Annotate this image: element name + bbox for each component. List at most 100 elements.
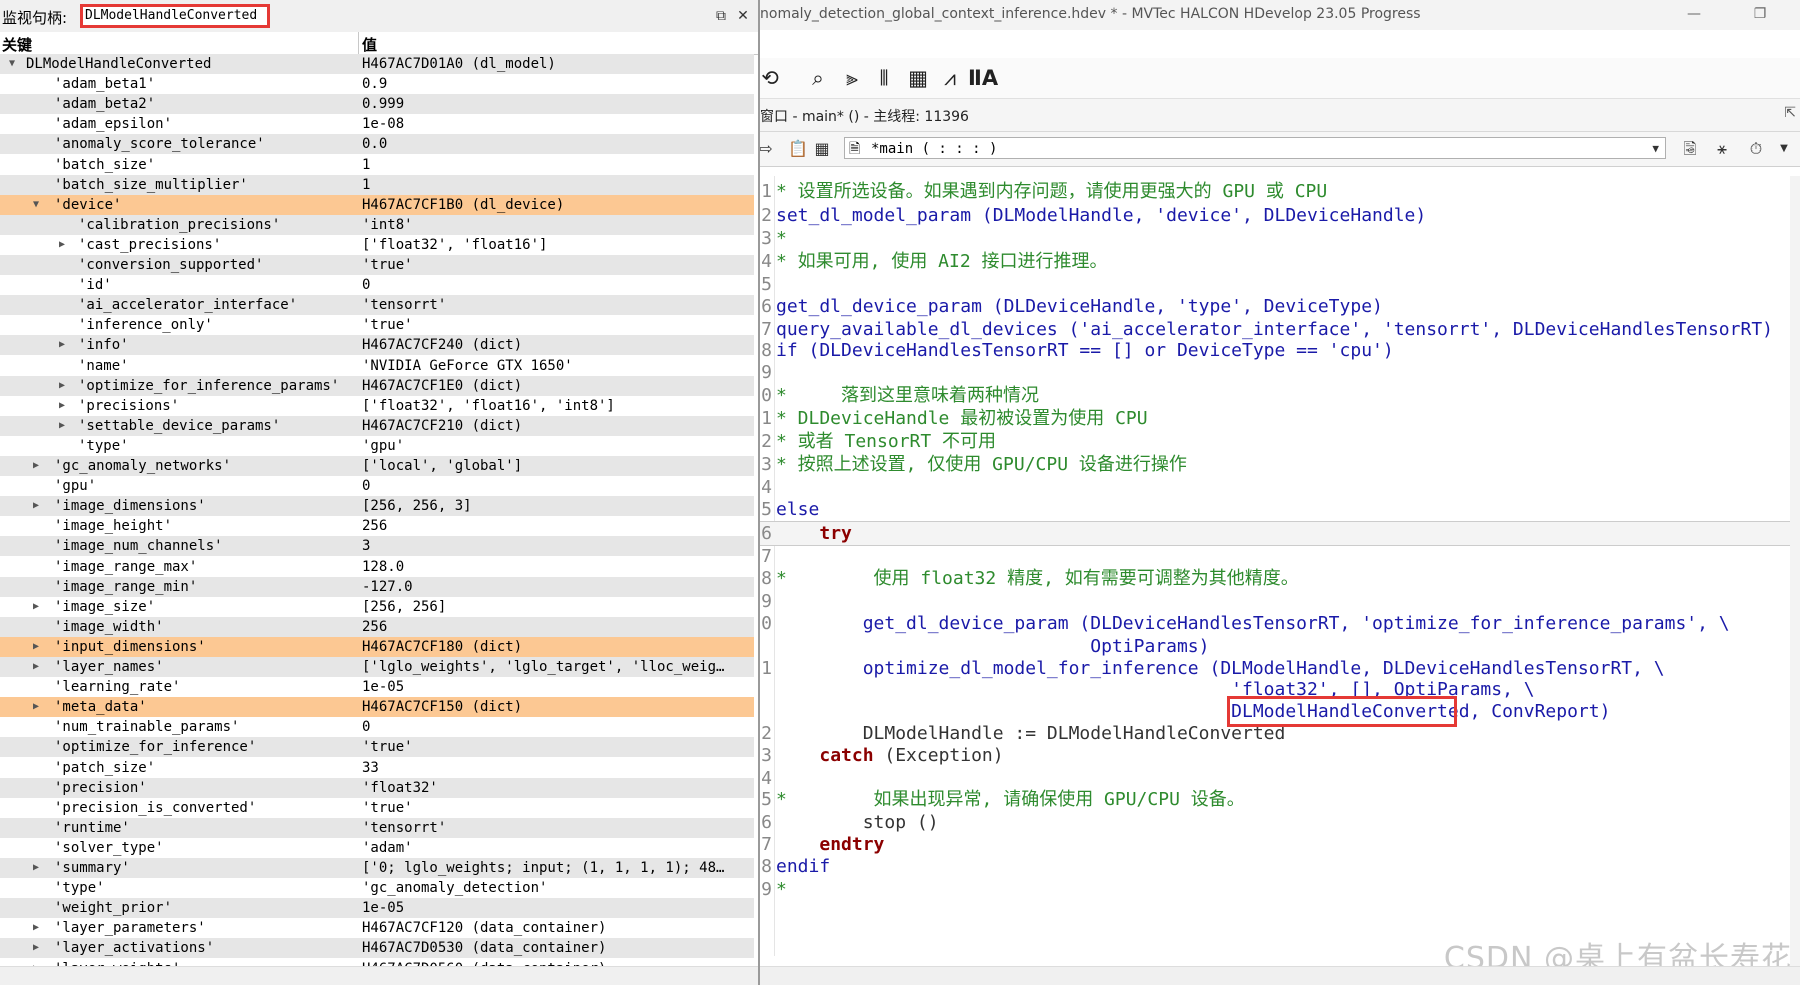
float-window-icon[interactable]: ⧉ [712, 7, 730, 25]
horizontal-scrollbar[interactable] [760, 966, 1800, 985]
tree-row[interactable]: 'solver_type' 'adam' [0, 838, 754, 858]
tree-row[interactable]: 'adam_beta1' 0.9 [0, 74, 754, 94]
restore-icon[interactable]: ❐ [1750, 4, 1770, 24]
tree-row[interactable]: 'optimize_for_inference' 'true' [0, 737, 754, 757]
expand-closed-icon[interactable]: ▶ [30, 657, 42, 677]
tree-row[interactable]: 'type' 'gc_anomaly_detection' [0, 878, 754, 898]
program-editor[interactable]: 1 * 设置所选设备。如果遇到内存问题，请使用更强大的 GPU 或 CPU 2 set… [760, 176, 1800, 985]
code-line[interactable]: 0 get_dl_device_param (DLDeviceHandlesTe… [760, 612, 1790, 635]
tree-row[interactable]: ▶ 'cast_precisions' ['float32', 'float16'] [0, 235, 754, 255]
close-icon[interactable]: ✕ [734, 7, 752, 25]
column-value[interactable]: 值 [362, 34, 377, 55]
code-line[interactable]: 0 * 落到这里意味着两种情况 [760, 384, 1790, 407]
inspect-scrollbar[interactable] [0, 966, 758, 985]
tree-row[interactable]: 'gpu' 0 [0, 476, 754, 496]
expand-closed-icon[interactable]: ▶ [56, 376, 68, 396]
tree-row[interactable]: 'image_height' 256 [0, 516, 754, 536]
code-line[interactable]: 5 else [760, 498, 1790, 521]
tree-row[interactable]: ▶ 'optimize_for_inference_params' H467AC7C… [0, 376, 754, 396]
program-window-tab[interactable]: 窗口 - main* () - 主线程: 11396 ⇱ [760, 99, 1800, 132]
refresh-icon[interactable]: ⟲ [760, 64, 784, 92]
clipboard-icon[interactable]: 📋 [786, 137, 810, 161]
tree-row[interactable]: 'name' 'NVIDIA GeForce GTX 1650' [0, 356, 754, 376]
column-divider[interactable] [358, 32, 359, 54]
code-line[interactable]: 8 if (DLDeviceHandlesTensorRT == [] or De… [760, 339, 1790, 362]
tree-row[interactable]: 'anomaly_score_tolerance' 0.0 [0, 134, 754, 154]
tree-row[interactable]: 'num_trainable_params' 0 [0, 717, 754, 737]
tree-row[interactable]: ▶ 'layer_names' ['lglo_weights', 'lglo_tar… [0, 657, 754, 677]
tree-row[interactable]: ▼ 'device' H467AC7CF1B0 (dl_device) [0, 195, 754, 215]
handle-field[interactable]: DLModelHandleConverted [80, 4, 270, 28]
expand-closed-icon[interactable]: ▶ [56, 335, 68, 355]
code-line[interactable]: 9 [760, 361, 1790, 384]
expand-closed-icon[interactable]: ▶ [56, 396, 68, 416]
procedure-select[interactable]: 🗎 *main ( : : : ) ▼ [844, 137, 1666, 159]
code-line[interactable]: 5 * 如果出现异常, 请确保使用 GPU/CPU 设备。 [760, 788, 1790, 811]
code-line[interactable]: 8 endif [760, 855, 1790, 878]
tree-row[interactable]: 'learning_rate' 1e-05 [0, 677, 754, 697]
code-line[interactable]: 4 [760, 476, 1790, 499]
column-key[interactable]: 关键 [2, 34, 32, 55]
expand-closed-icon[interactable]: ▶ [30, 918, 42, 938]
tree-row[interactable]: ▶ 'precisions' ['float32', 'float16', 'int… [0, 396, 754, 416]
code-line[interactable]: 8 * 使用 float32 精度, 如有需要可调整为其他精度。 [760, 567, 1790, 590]
vertical-scrollbar[interactable] [1790, 176, 1800, 966]
minimize-icon[interactable]: — [1684, 4, 1704, 24]
tree-row[interactable]: 'image_range_max' 128.0 [0, 557, 754, 577]
code-line[interactable]: 2 * 或者 TensorRT 不可用 [760, 430, 1790, 453]
grid-icon[interactable]: ▦ [810, 137, 834, 161]
tree-row[interactable]: 'batch_size' 1 [0, 155, 754, 175]
tree-row[interactable]: 'adam_epsilon' 1e-08 [0, 114, 754, 134]
tree-row[interactable]: 'type' 'gpu' [0, 436, 754, 456]
code-line[interactable]: OptiParams) [760, 635, 1790, 658]
code-line[interactable]: 3 * 按照上述设置, 仅使用 GPU/CPU 设备进行操作 [760, 453, 1790, 476]
tree-row[interactable]: ▶ 'image_dimensions' [256, 256, 3] [0, 496, 754, 516]
tree-row[interactable]: ▶ 'image_size' [256, 256] [0, 597, 754, 617]
code-line[interactable]: 4 [760, 767, 1790, 790]
code-line[interactable]: 7 query_available_dl_devices ('ai_acceler… [760, 318, 1790, 341]
code-line[interactable]: 7 [760, 545, 1790, 568]
tree-row[interactable]: ▶ 'layer_parameters' H467AC7CF120 (data_co… [0, 918, 754, 938]
timer-icon[interactable]: ⏱ [1744, 137, 1768, 161]
expand-open-icon[interactable]: ▼ [30, 195, 42, 215]
expand-closed-icon[interactable]: ▶ [30, 496, 42, 516]
insert-cursor-icon[interactable]: ⚹ [1710, 137, 1734, 161]
tree-row[interactable]: 'ai_accelerator_interface' 'tensorrt' [0, 295, 754, 315]
tree-row[interactable]: ▶ 'input_dimensions' H467AC7CF180 (dict) [0, 637, 754, 657]
expand-closed-icon[interactable]: ▶ [30, 938, 42, 958]
tree-row[interactable]: ▼ DLModelHandleConverted H467AC7D01A0 (dl_… [0, 54, 754, 74]
tree-row[interactable]: 'precision' 'float32' [0, 778, 754, 798]
tree-row[interactable]: 'runtime' 'tensorrt' [0, 818, 754, 838]
code-line[interactable]: 9 * [760, 878, 1790, 901]
search-icon[interactable]: ⌕ [804, 64, 832, 92]
expand-closed-icon[interactable]: ▶ [56, 235, 68, 255]
code-line[interactable]: 6 try [760, 521, 1790, 546]
pin-icon[interactable]: ⇱ [1784, 105, 1796, 121]
gray-value-icon[interactable]: ▦ [904, 64, 932, 92]
code-line[interactable]: 9 [760, 590, 1790, 613]
code-line[interactable]: 2 set_dl_model_param (DLModelHandle, 'dev… [760, 204, 1790, 227]
code-line[interactable]: 3 catch (Exception) [760, 744, 1790, 767]
back-arrow-icon[interactable]: ⇨ [760, 137, 778, 161]
tree-row[interactable]: 'precision_is_converted' 'true' [0, 798, 754, 818]
code-line[interactable]: 4 * 如果可用, 使用 AI2 接口进行推理。 [760, 250, 1790, 273]
code-line[interactable]: 5 [760, 273, 1790, 296]
expand-closed-icon[interactable]: ▶ [30, 858, 42, 878]
code-line[interactable]: 1 * 设置所选设备。如果遇到内存问题，请使用更强大的 GPU 或 CPU [760, 180, 1790, 203]
ocr-icon[interactable]: ⅡA [968, 64, 998, 92]
tree-row[interactable]: 'inference_only' 'true' [0, 315, 754, 335]
tree-row[interactable]: ▶ 'summary' ['0; lglo_weights; input; (1, … [0, 858, 754, 878]
tree-row[interactable]: ▶ 'layer_activations' H467AC7D0530 (data_c… [0, 938, 754, 958]
tree-row[interactable]: 'adam_beta2' 0.999 [0, 94, 754, 114]
code-line[interactable]: 1 optimize_dl_model_for_inference (DLMod… [760, 657, 1790, 680]
code-line[interactable]: 6 get_dl_device_param (DLDeviceHandle, 't… [760, 295, 1790, 318]
tree-row[interactable]: 'weight_prior' 1e-05 [0, 898, 754, 918]
tree-row[interactable]: ▶ 'meta_data' H467AC7CF150 (dict) [0, 697, 754, 717]
tree-row[interactable]: 'id' 0 [0, 275, 754, 295]
expand-closed-icon[interactable]: ▶ [30, 456, 42, 476]
expand-closed-icon[interactable]: ▶ [30, 697, 42, 717]
expand-closed-icon[interactable]: ▶ [30, 597, 42, 617]
timer-dropdown-icon[interactable]: ▼ [1772, 137, 1796, 161]
tree-row[interactable]: ▶ 'settable_device_params' H467AC7CF210 (d… [0, 416, 754, 436]
tree-row[interactable]: ▶ 'gc_anomaly_networks' ['local', 'global'… [0, 456, 754, 476]
